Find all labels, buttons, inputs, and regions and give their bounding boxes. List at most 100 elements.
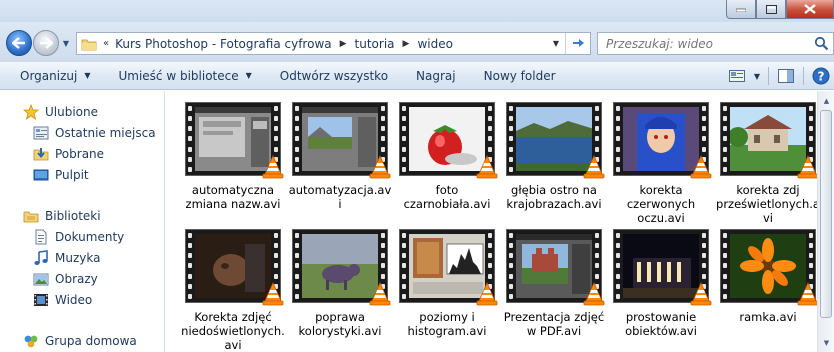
refresh-button[interactable] bbox=[565, 33, 590, 54]
film-strip-edge bbox=[186, 230, 194, 302]
nav-desktop[interactable]: Pulpit bbox=[32, 165, 89, 185]
video-frame-preview bbox=[730, 234, 806, 298]
file-item[interactable]: Prezentacja zdjęć w PDF.avi bbox=[501, 229, 607, 338]
nav-music[interactable]: Muzyka bbox=[32, 248, 100, 268]
address-bar[interactable]: « Kurs Photoshop - Fotografia cyfrowa ▶ … bbox=[76, 32, 591, 55]
file-name: foto czarnobiała.avi bbox=[403, 183, 491, 211]
vlc-cone-icon bbox=[262, 155, 284, 179]
file-item[interactable]: ramka.avi bbox=[715, 229, 821, 324]
film-strip-edge bbox=[186, 103, 194, 175]
file-name: korekta zdj prześwietlonych.avi bbox=[716, 183, 820, 225]
file-item[interactable]: korekta zdj prześwietlonych.avi bbox=[715, 102, 821, 225]
nav-documents[interactable]: Dokumenty bbox=[32, 227, 124, 247]
file-name: poziomy i histogram.avi bbox=[407, 310, 487, 338]
nav-libraries-label: Biblioteki bbox=[45, 209, 101, 223]
file-item[interactable]: głębia ostro na krajobrazach.avi bbox=[501, 102, 607, 211]
video-thumbnail bbox=[292, 102, 391, 179]
close-icon bbox=[804, 4, 816, 14]
burn-button[interactable]: Nagraj bbox=[406, 65, 466, 87]
include-in-library-menu[interactable]: Umieść w bibliotece ▼ bbox=[108, 65, 261, 87]
file-name: korekta czerwonych oczu.avi bbox=[626, 183, 696, 225]
breadcrumb-wideo[interactable]: wideo bbox=[414, 37, 456, 51]
view-icon bbox=[729, 70, 745, 82]
film-strip-edge bbox=[721, 230, 729, 302]
search-icon[interactable] bbox=[814, 36, 829, 51]
address-history-dropdown[interactable]: ▼ bbox=[548, 33, 564, 54]
film-strip-edge bbox=[614, 103, 622, 175]
file-item[interactable]: foto czarnobiała.avi bbox=[394, 102, 500, 211]
breadcrumb-kurs-photoshop[interactable]: Kurs Photoshop - Fotografia cyfrowa bbox=[112, 37, 334, 51]
back-button[interactable] bbox=[6, 30, 32, 56]
change-view-button[interactable] bbox=[724, 65, 750, 87]
nav-recent-places-label: Ostatnie miejsca bbox=[55, 126, 156, 140]
help-button[interactable]: ? bbox=[808, 65, 834, 87]
file-item[interactable]: Korekta zdjęć niedoświetlonych.avi bbox=[180, 229, 286, 352]
maximize-icon bbox=[765, 4, 777, 14]
video-thumbnail bbox=[185, 229, 284, 306]
film-strip-edge bbox=[293, 230, 301, 302]
view-dropdown-arrow[interactable]: ▼ bbox=[750, 65, 764, 87]
document-icon bbox=[32, 228, 50, 246]
breadcrumb-overflow[interactable]: « bbox=[99, 38, 112, 49]
scroll-down-arrow[interactable]: ▼ bbox=[820, 335, 833, 350]
recent-places-icon bbox=[32, 124, 50, 142]
vlc-cone-icon bbox=[797, 155, 819, 179]
nav-favorites-label: Ulubione bbox=[45, 105, 99, 119]
nav-recent-places[interactable]: Ostatnie miejsca bbox=[32, 123, 156, 143]
nav-libraries[interactable]: Biblioteki bbox=[22, 206, 101, 226]
arrow-left-icon bbox=[12, 37, 25, 49]
file-item[interactable]: poprawa kolorystyki.avi bbox=[287, 229, 393, 338]
video-thumbnail bbox=[506, 229, 605, 306]
nav-pictures[interactable]: Obrazy bbox=[32, 269, 98, 289]
scrollbar-thumb[interactable] bbox=[820, 110, 832, 318]
new-folder-button[interactable]: Nowy folder bbox=[474, 65, 566, 87]
nav-videos[interactable]: Wideo bbox=[32, 290, 92, 310]
nav-downloads[interactable]: Pobrane bbox=[32, 144, 104, 164]
chevron-down-icon: ▼ bbox=[245, 71, 252, 80]
preview-pane-button[interactable] bbox=[773, 65, 799, 87]
file-name: automatyczna zmiana nazw.avi bbox=[185, 183, 281, 211]
breadcrumb-tutoria[interactable]: tutoria bbox=[352, 37, 398, 51]
video-frame-preview bbox=[409, 234, 485, 298]
breadcrumb-separator[interactable]: ▶ bbox=[398, 39, 415, 49]
vertical-scrollbar[interactable]: ▲ ▼ bbox=[817, 91, 834, 352]
close-button[interactable] bbox=[786, 0, 834, 19]
search-input[interactable] bbox=[598, 36, 808, 51]
file-item[interactable]: poziomy i histogram.avi bbox=[394, 229, 500, 338]
nav-favorites[interactable]: Ulubione bbox=[22, 102, 98, 122]
organize-menu[interactable]: Organizuj ▼ bbox=[10, 65, 100, 87]
nav-homegroup[interactable]: Grupa domowa bbox=[22, 331, 137, 351]
minimize-button[interactable] bbox=[726, 0, 756, 19]
preview-pane-icon bbox=[778, 69, 794, 83]
file-item[interactable]: automatyzacja.avi bbox=[287, 102, 393, 211]
nav-videos-label: Wideo bbox=[55, 293, 93, 307]
forward-button[interactable] bbox=[33, 30, 59, 56]
file-name: głębia ostro na krajobrazach.avi bbox=[506, 183, 602, 211]
help-icon: ? bbox=[812, 67, 830, 85]
scroll-up-arrow[interactable]: ▲ bbox=[820, 93, 833, 108]
file-name: Prezentacja zdjęć w PDF.avi bbox=[503, 310, 605, 338]
vlc-cone-icon bbox=[262, 282, 284, 306]
play-all-button[interactable]: Odtwórz wszystko bbox=[270, 65, 398, 87]
nav-music-label: Muzyka bbox=[55, 251, 101, 265]
refresh-icon bbox=[573, 38, 584, 47]
window-controls bbox=[726, 0, 834, 19]
film-strip-edge bbox=[400, 103, 408, 175]
file-name: prostowanie obiektów.avi bbox=[625, 310, 697, 338]
recent-pages-dropdown[interactable]: ▼ bbox=[61, 38, 71, 48]
command-bar: Organizuj ▼ Umieść w bibliotece ▼ Odtwórz … bbox=[0, 62, 834, 90]
svg-text:?: ? bbox=[818, 70, 825, 84]
file-name: poprawa kolorystyki.avi bbox=[298, 310, 382, 338]
file-item[interactable]: automatyczna zmiana nazw.avi bbox=[180, 102, 286, 211]
search-box[interactable] bbox=[597, 32, 834, 55]
video-frame-preview bbox=[195, 234, 271, 298]
vlc-cone-icon bbox=[690, 155, 712, 179]
file-item[interactable]: korekta czerwonych oczu.avi bbox=[608, 102, 714, 225]
navigation-bar: ▼ « Kurs Photoshop - Fotografia cyfrowa … bbox=[0, 22, 834, 62]
nav-pictures-label: Obrazy bbox=[55, 272, 98, 286]
film-strip-edge bbox=[400, 230, 408, 302]
breadcrumb-separator[interactable]: ▶ bbox=[335, 39, 352, 49]
vlc-cone-icon bbox=[476, 282, 498, 306]
maximize-button[interactable] bbox=[756, 0, 786, 19]
file-item[interactable]: prostowanie obiektów.avi bbox=[608, 229, 714, 338]
